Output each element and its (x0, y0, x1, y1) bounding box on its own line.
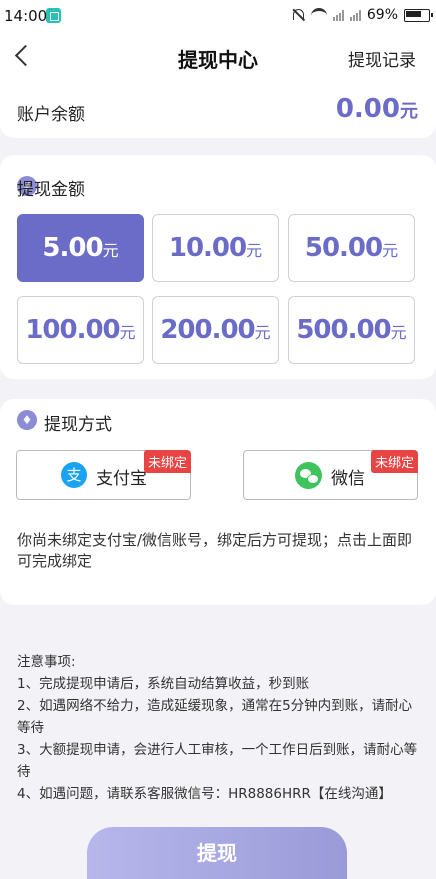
note-item: 3、大额提现申请，会进行人工审核，一个工作日后到账，请耐心等待 (17, 742, 418, 780)
amount-option[interactable]: 10.00元 (152, 214, 279, 282)
amount-value: 100.00 (25, 315, 120, 345)
mute-bell-icon (291, 8, 305, 22)
status-time: 14:00 (4, 7, 48, 25)
status-icons: 69% (291, 7, 433, 23)
amount-value: 200.00 (160, 315, 255, 345)
wechat-label: 微信 (331, 469, 365, 489)
status-bar: 14:00 69% (0, 0, 436, 32)
balance-unit: 元 (400, 101, 418, 122)
alipay-icon: 支 (61, 462, 87, 488)
alipay-option[interactable]: 支 支付宝 未绑定 (16, 450, 191, 500)
notes: 注意事项: 1、完成提现申请后，系统自动结算收益，秒到账 2、如遇网络不给力，造… (17, 651, 425, 805)
amount-unit: 元 (246, 241, 263, 260)
amount-value: 500.00 (296, 315, 391, 345)
amount-unit: 元 (254, 323, 271, 342)
balance-value: 0.00元 (336, 94, 418, 124)
balance-amount: 0.00 (335, 94, 400, 124)
amount-option[interactable]: 200.00元 (152, 296, 279, 364)
note-item: 1、完成提现申请后，系统自动结算收益，秒到账 (17, 676, 310, 692)
amount-unit: 元 (119, 323, 136, 342)
wifi-icon (310, 7, 327, 23)
withdraw-records-link[interactable]: 提现记录 (348, 46, 416, 71)
method-section: ♦ 提现方式 支 支付宝 未绑定 微信 未绑定 你尚未绑定支付宝/微信账号，绑定… (0, 399, 436, 605)
unbound-badge: 未绑定 (370, 450, 418, 473)
wechat-icon (295, 462, 322, 489)
wallet-icon: ♦ (17, 410, 37, 430)
signal-icon-2 (349, 9, 361, 21)
amount-value: 5.00 (42, 233, 103, 263)
amount-option[interactable]: 50.00元 (288, 214, 415, 282)
balance-label: 账户余额 (17, 105, 85, 125)
balance-card: 账户余额 0.00元 (0, 84, 436, 138)
notes-title: 注意事项: (17, 654, 76, 670)
unbound-badge: 未绑定 (143, 450, 191, 473)
wechat-option[interactable]: 微信 未绑定 (243, 450, 418, 500)
amount-section: ¥ 提现金额 5.00元 10.00元 50.00元 100.00元 200.0… (0, 155, 436, 379)
amount-unit: 元 (102, 241, 119, 260)
nav-bar: 提现中心 提现记录 (0, 32, 436, 84)
battery-icon (404, 8, 433, 22)
alipay-label: 支付宝 (96, 469, 147, 489)
amount-value: 50.00 (304, 233, 383, 263)
amount-unit: 元 (382, 241, 399, 260)
withdraw-button[interactable]: 提现 (87, 827, 347, 879)
signal-icon (332, 9, 344, 21)
screenshot-icon (46, 8, 61, 23)
amount-section-title: 提现金额 (17, 180, 85, 200)
note-item: 2、如遇网络不给力，造成延缓现象，通常在5分钟内到账，请耐心等待 (17, 698, 413, 736)
note-item: 4、如遇问题，请联系客服微信号：HR8886HRR【在线沟通】 (17, 786, 392, 802)
bind-tip: 你尚未绑定支付宝/微信账号，绑定后方可提现；点击上面即可完成绑定 (17, 531, 413, 570)
battery-percent: 69% (366, 7, 398, 23)
amount-option[interactable]: 100.00元 (17, 296, 144, 364)
amount-value: 10.00 (168, 233, 247, 263)
amount-unit: 元 (390, 323, 407, 342)
amount-option[interactable]: 500.00元 (288, 296, 415, 364)
method-section-title: 提现方式 (44, 415, 112, 435)
amount-option[interactable]: 5.00元 (17, 214, 144, 282)
